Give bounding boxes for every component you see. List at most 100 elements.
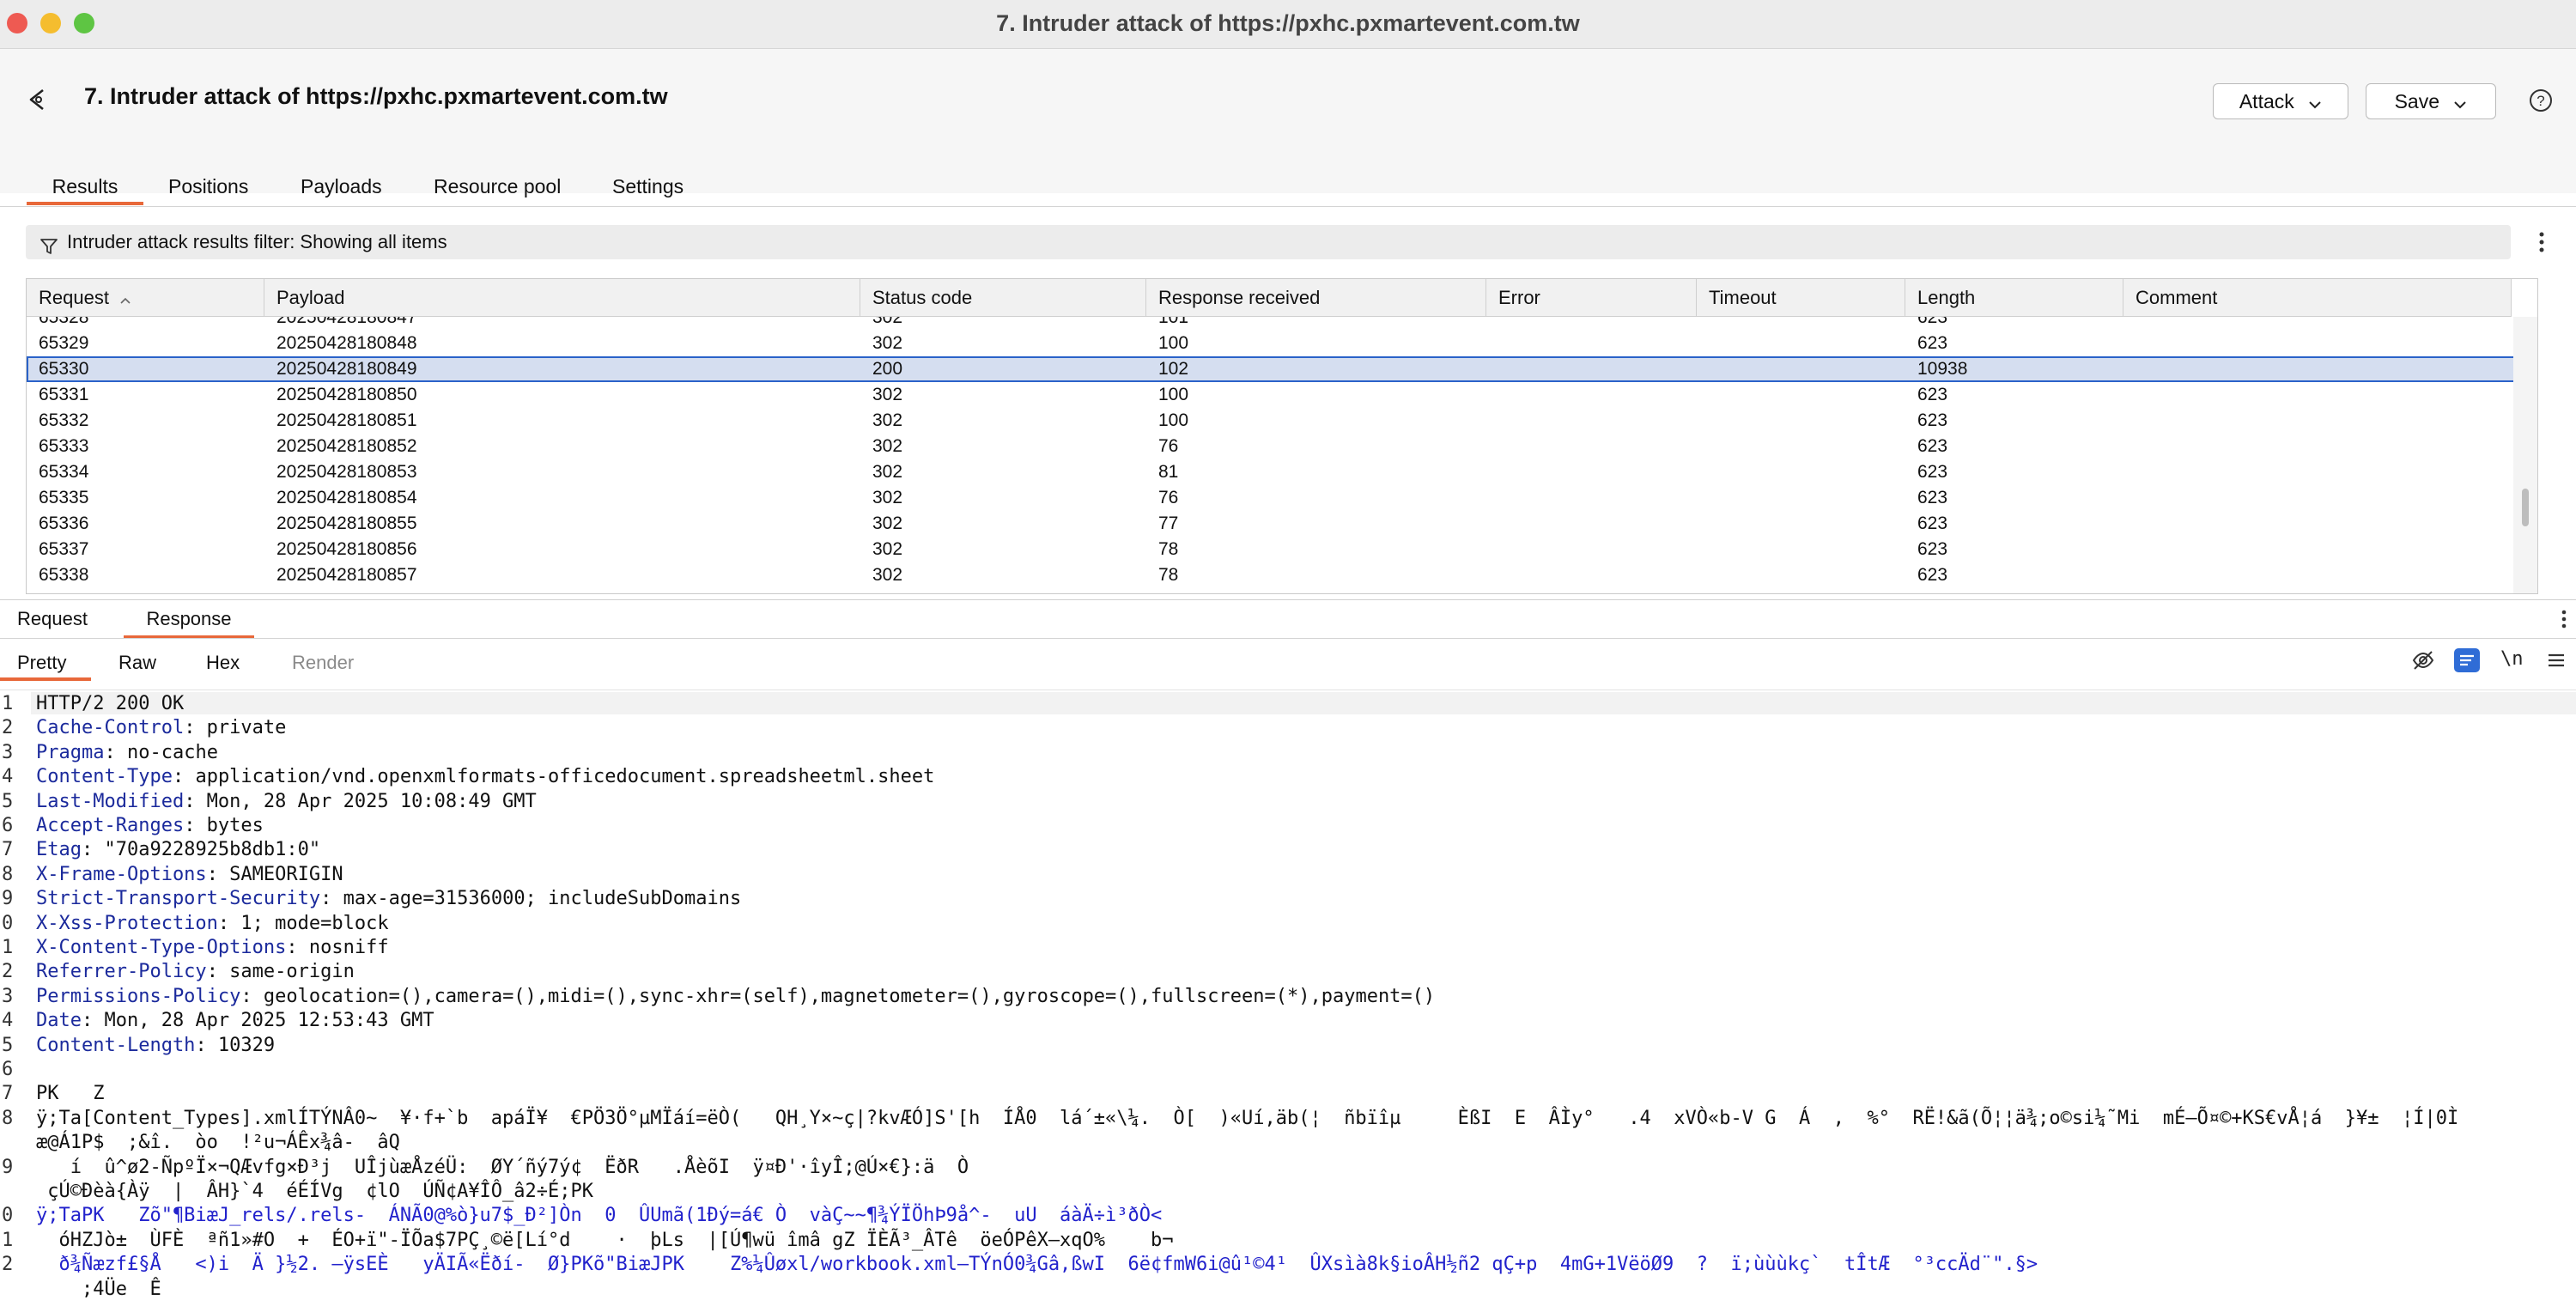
response-received-cell: 76 <box>1158 488 1179 507</box>
tab-response[interactable]: Response <box>124 608 254 639</box>
request-cell: 65337 <box>39 539 89 559</box>
response-header-line: Strict-Transport-Security: max-age=31536… <box>36 888 741 909</box>
header-name: Cache-Control <box>36 717 185 739</box>
header-name: Content-Type <box>36 766 173 788</box>
hide-icon[interactable] <box>2411 648 2435 672</box>
payload-cell: 20250428180852 <box>276 436 417 456</box>
payload-cell: 20250428180851 <box>276 410 417 430</box>
request-cell: 65330 <box>39 359 89 379</box>
response-body-line: ÿ;TaPK Zõ"¶BiæJ_rels/.rels- ÁNÃ0@%ò}u7$_… <box>36 1205 1163 1227</box>
line-number: 2 <box>2 961 14 983</box>
header-value: nosniff <box>297 937 389 958</box>
attack-button[interactable]: Attack <box>2213 83 2348 119</box>
help-icon[interactable]: ? <box>2528 88 2554 113</box>
header-value: HTTP/2 200 OK <box>36 693 185 714</box>
header-name: Referrer-Policy <box>36 961 207 983</box>
column-header-response-received[interactable]: Response received <box>1146 279 1486 317</box>
header-name: Date <box>36 1010 82 1032</box>
length-cell: 623 <box>1917 462 1948 482</box>
table-row[interactable]: 65337 20250428180856 302 78 623 <box>27 537 2537 562</box>
panel-more-icon[interactable] <box>2557 607 2571 631</box>
header-name: X-Content-Type-Options <box>36 937 287 958</box>
tab-payloads[interactable]: Payloads <box>301 175 382 198</box>
scrollbar-thumb[interactable] <box>2522 489 2529 526</box>
length-cell: 623 <box>1917 317 1948 327</box>
status-code-cell: 200 <box>872 359 903 379</box>
column-header-status-code[interactable]: Status code <box>860 279 1146 317</box>
table-row[interactable]: 65329 20250428180848 302 100 623 <box>27 331 2537 356</box>
tab-request[interactable]: Request <box>17 608 88 630</box>
table-row[interactable]: 65333 20250428180852 302 76 623 <box>27 434 2537 459</box>
response-body-line: í û^ø2-ÑpºÏ×¬QÆvfg×Ð³j UÎjùæÅzéÜ: ØY´ñý7… <box>36 1156 969 1178</box>
header-value: 10329 <box>206 1034 276 1056</box>
pretty-print-toggle-icon[interactable] <box>2454 648 2480 672</box>
save-button[interactable]: Save <box>2366 83 2496 119</box>
payload-cell: 20250428180857 <box>276 565 417 585</box>
response-received-cell: 100 <box>1158 410 1189 430</box>
line-number: 9 <box>2 888 14 910</box>
column-header-error[interactable]: Error <box>1486 279 1697 317</box>
line-number: 4 <box>2 766 14 788</box>
tab-results[interactable]: Results <box>27 175 143 205</box>
column-header-length[interactable]: Length <box>1905 279 2123 317</box>
column-header-timeout[interactable]: Timeout <box>1697 279 1905 317</box>
response-received-cell: 78 <box>1158 565 1179 585</box>
table-scrollbar[interactable] <box>2513 317 2537 593</box>
line-number: 1 <box>2 1229 14 1251</box>
filter-text: Intruder attack results filter: Showing … <box>67 231 447 252</box>
back-icon[interactable] <box>24 85 53 114</box>
header-value: max-age=31536000; includeSubDomains <box>331 888 742 910</box>
table-row[interactable]: 65328 20250428180847 302 101 623 <box>27 317 2537 331</box>
header-colon: : <box>286 937 298 958</box>
length-cell: 623 <box>1917 410 1948 430</box>
chevron-down-icon <box>2308 86 2322 120</box>
payload-cell: 20250428180856 <box>276 539 417 559</box>
header-colon: : <box>81 839 94 861</box>
line-number: 7 <box>2 1083 14 1105</box>
column-header-payload[interactable]: Payload <box>264 279 860 317</box>
table-row-selected[interactable]: 65330 20250428180849 200 102 10938 <box>27 356 2537 382</box>
column-header-comment[interactable]: Comment <box>2123 279 2512 317</box>
tab-resource-pool[interactable]: Resource pool <box>434 175 561 198</box>
line-number: 8 <box>2 863 14 885</box>
header-colon: : <box>195 1034 207 1056</box>
line-number: 5 <box>2 790 14 812</box>
status-code-cell: 302 <box>872 565 903 585</box>
window-title-bar: 7. Intruder attack of https://pxhc.pxmar… <box>0 0 2576 49</box>
tab-positions[interactable]: Positions <box>168 175 248 198</box>
table-row[interactable]: 65334 20250428180853 302 81 623 <box>27 459 2537 485</box>
request-cell: 65333 <box>39 436 89 456</box>
line-number: 0 <box>2 912 14 934</box>
payload-cell: 20250428180848 <box>276 333 417 353</box>
table-row[interactable]: 65336 20250428180855 302 77 623 <box>27 511 2537 537</box>
table-row[interactable]: 65331 20250428180850 302 100 623 <box>27 382 2537 408</box>
subtab-render[interactable]: Render <box>292 652 354 674</box>
payload-cell: 20250428180847 <box>276 317 417 327</box>
response-body-line: çÚ©Ðèà{Àÿ | ÂH}`4 éÉÍVg ¢lO ÚÑ¢A¥ÎÔ_â2÷É… <box>36 1181 594 1202</box>
line-number: 3 <box>2 741 14 763</box>
column-header-request[interactable]: Request <box>27 279 264 317</box>
subtab-raw[interactable]: Raw <box>118 652 156 674</box>
header-name: Content-Length <box>36 1034 196 1056</box>
tab-settings[interactable]: Settings <box>612 175 683 198</box>
results-filter-bar[interactable]: Intruder attack results filter: Showing … <box>26 225 2511 259</box>
line-number: 5 <box>2 1034 14 1056</box>
more-options-icon[interactable] <box>2533 228 2550 256</box>
response-editor[interactable]: 1 HTTP/2 200 OK 2 Cache-Control: private 3 Pr… <box>0 690 2576 1300</box>
subtab-pretty[interactable]: Pretty <box>17 652 66 674</box>
subtab-hex[interactable]: Hex <box>206 652 240 674</box>
table-row[interactable]: 65338 20250428180857 302 78 623 <box>27 562 2537 588</box>
response-header-line: X-Content-Type-Options: nosniff <box>36 937 389 958</box>
line-number: 6 <box>2 1059 14 1080</box>
column-label: Request <box>39 287 109 308</box>
svg-text:?: ? <box>2537 93 2544 109</box>
line-number: 6 <box>2 815 14 836</box>
header-name: Pragma <box>36 741 105 763</box>
table-row[interactable]: 65335 20250428180854 302 76 623 <box>27 485 2537 511</box>
show-newlines-toggle[interactable]: \n <box>2500 648 2524 670</box>
menu-icon[interactable] <box>2545 650 2567 671</box>
header-colon: : <box>240 985 252 1007</box>
payload-cell: 20250428180855 <box>276 513 417 533</box>
header-name: X-Frame-Options <box>36 863 207 885</box>
table-row[interactable]: 65332 20250428180851 302 100 623 <box>27 408 2537 434</box>
